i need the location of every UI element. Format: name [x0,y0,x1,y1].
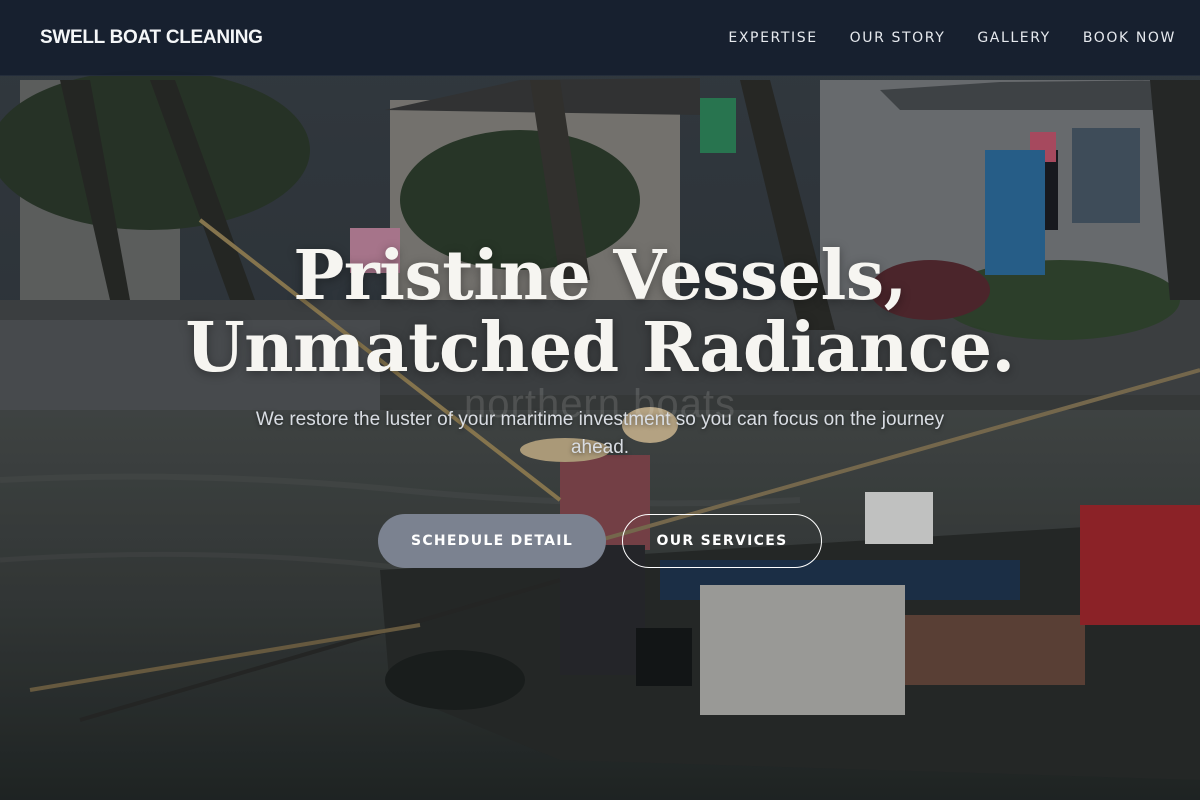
nav-item-our-story: OUR STORY [850,29,946,47]
nav-link-book-now[interactable]: BOOK NOW [1083,30,1176,46]
hero-content: northern boats Pristine Vessels, Unmatch… [0,240,1200,568]
our-services-button[interactable]: OUR SERVICES [622,514,822,568]
nav-item-book-now: BOOK NOW [1083,29,1176,47]
nav-link-gallery[interactable]: GALLERY [977,30,1050,46]
schedule-detail-button[interactable]: SCHEDULE DETAIL [378,514,606,568]
nav-link-our-story[interactable]: OUR STORY [850,30,946,46]
nav-item-gallery: GALLERY [977,29,1050,47]
cta-button-group: SCHEDULE DETAIL OUR SERVICES [0,514,1200,568]
top-navbar: SWELL BOAT CLEANING EXPERTISE OUR STORY … [0,0,1200,76]
hero-title-line-1: Pristine Vessels, [293,236,907,316]
nav-link-expertise[interactable]: EXPERTISE [728,30,817,46]
hero-title: Pristine Vessels, Unmatched Radiance. [0,240,1200,384]
nav-item-expertise: EXPERTISE [728,29,817,47]
hero-subtitle: We restore the luster of your maritime i… [255,409,945,458]
hero-section: SWELL BOAT CLEANING EXPERTISE OUR STORY … [0,0,1200,800]
hero-title-line-2: Unmatched Radiance. [185,308,1015,388]
nav-menu: EXPERTISE OUR STORY GALLERY BOOK NOW [728,29,1176,47]
brand-logo[interactable]: SWELL BOAT CLEANING [40,27,263,49]
